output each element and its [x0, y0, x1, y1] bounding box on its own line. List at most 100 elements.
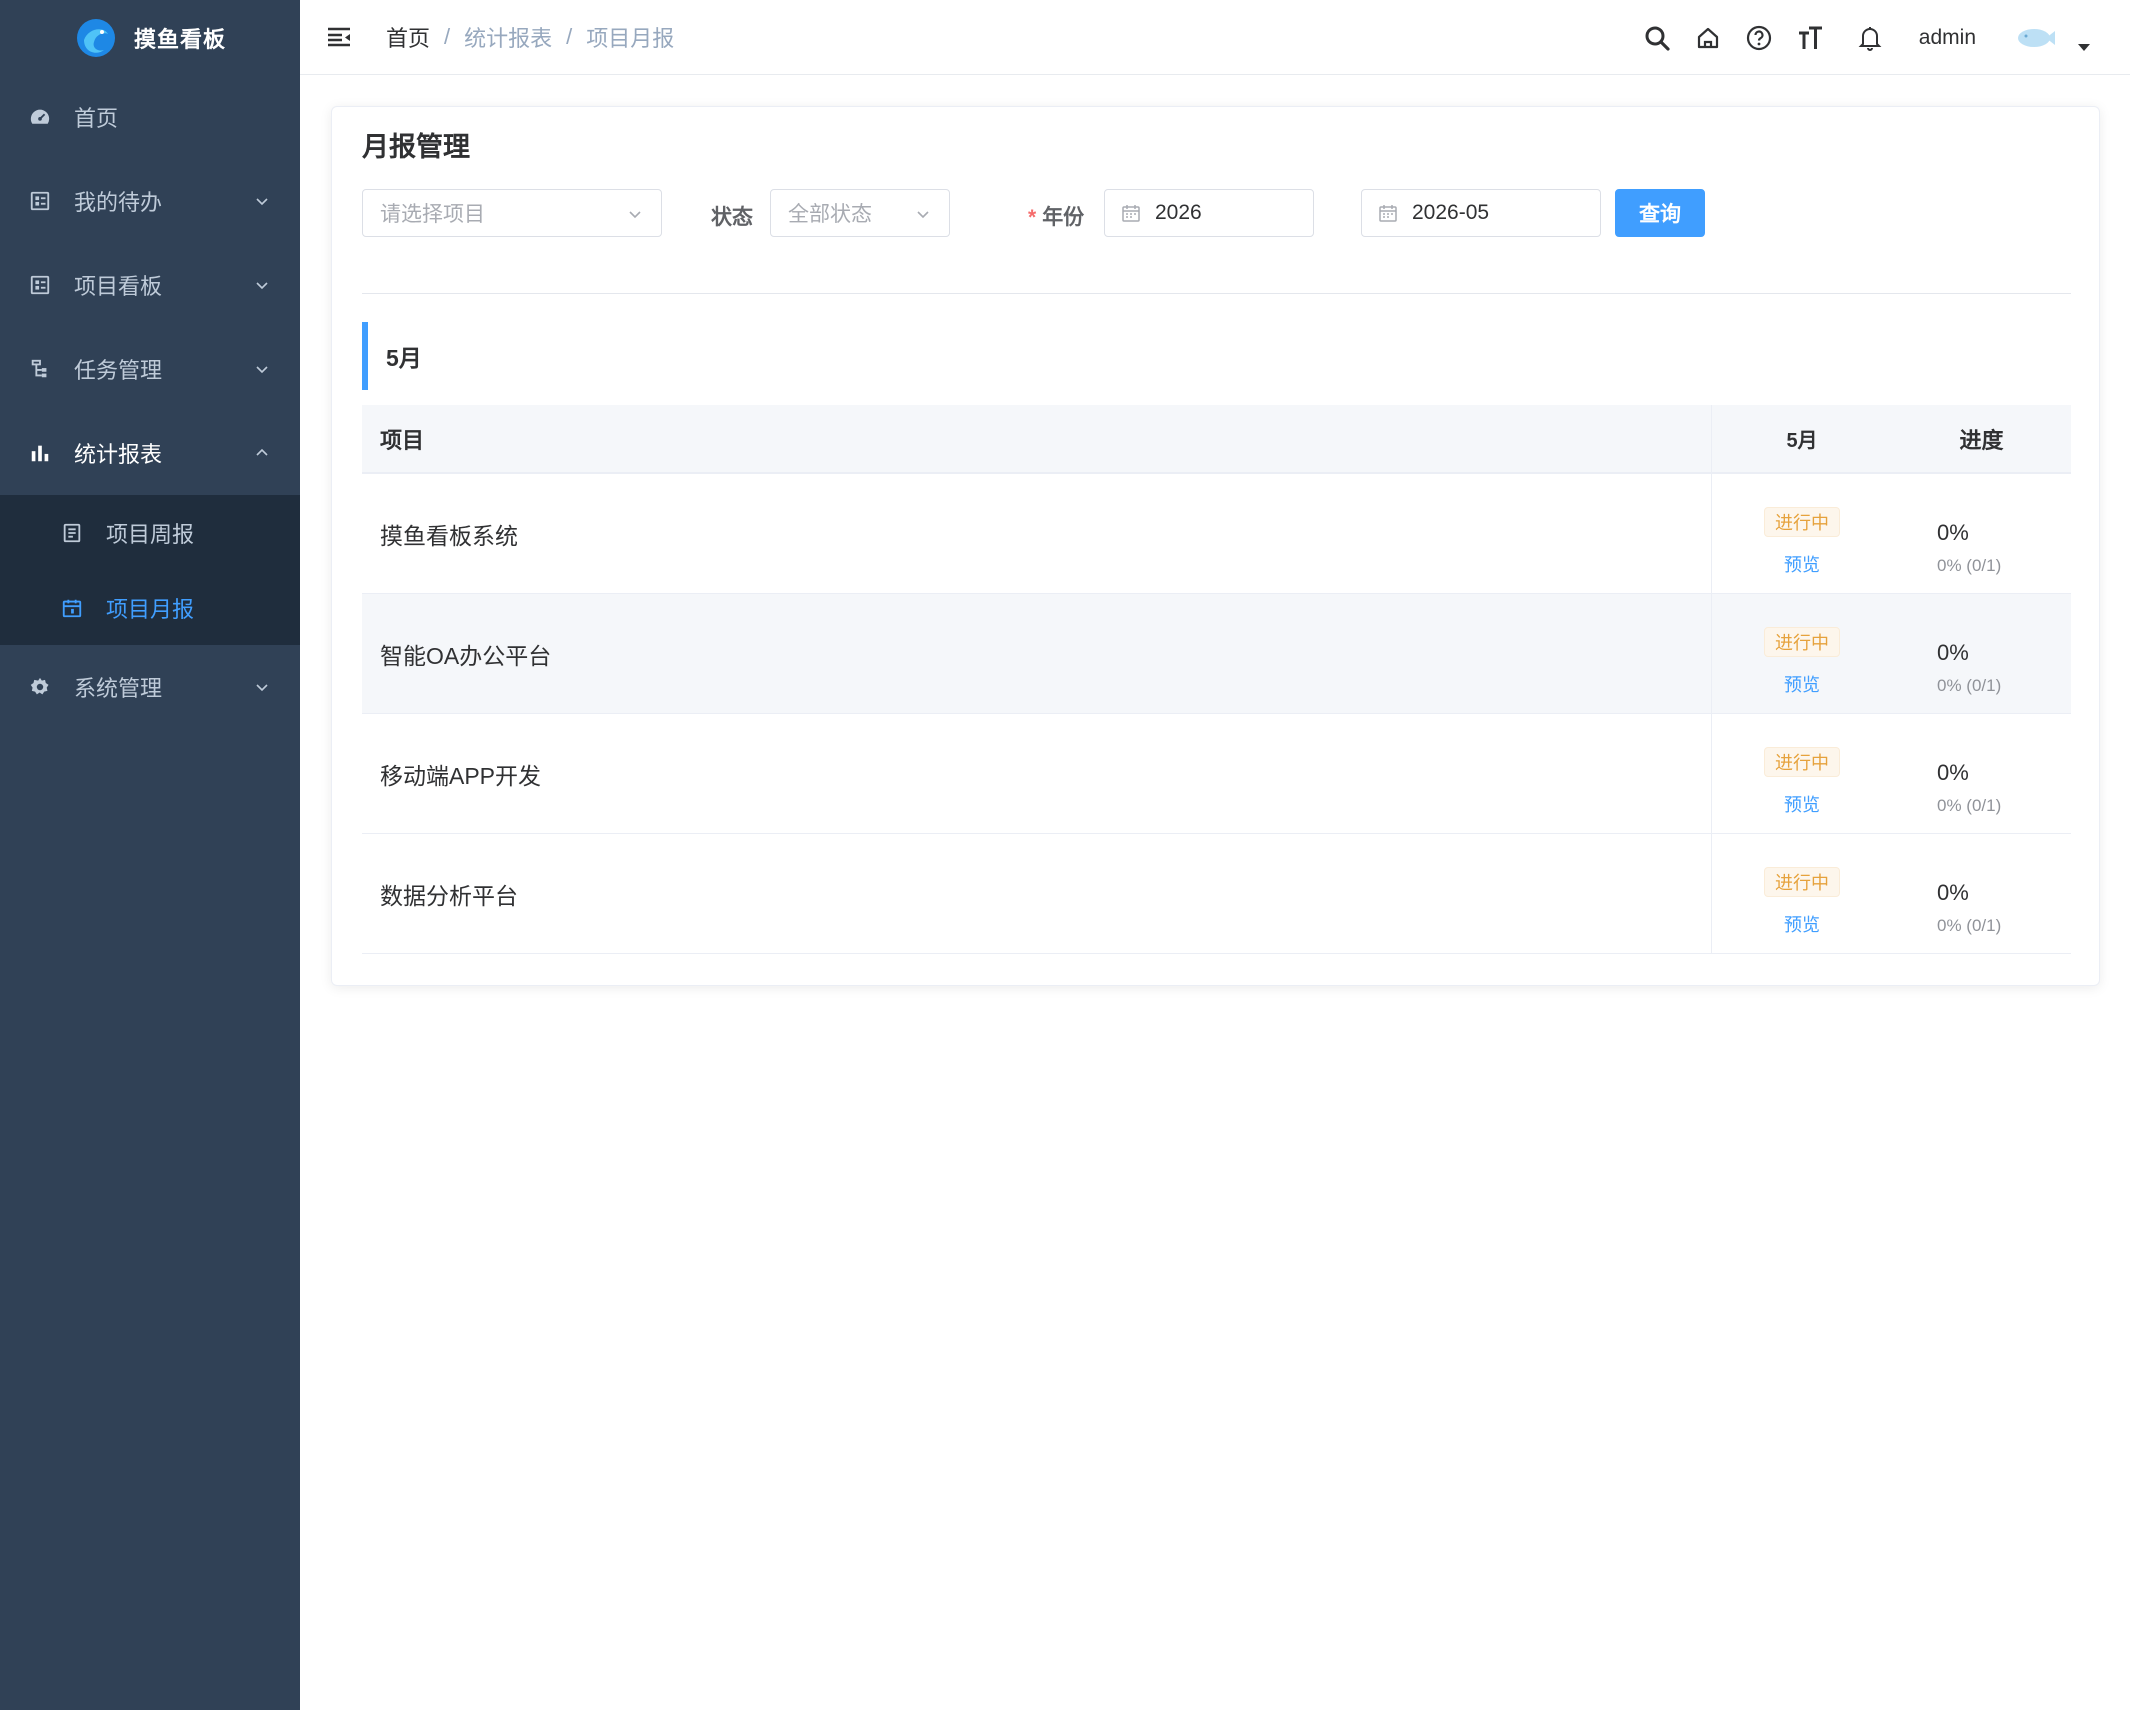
chevron-down-icon [256, 684, 268, 692]
logo[interactable]: 摸鱼看板 [0, 0, 300, 75]
sidebar-item-label: 项目看板 [74, 274, 163, 299]
avatar[interactable] [2016, 25, 2056, 51]
breadcrumb-current: 项目月报 [586, 26, 675, 51]
chevron-down-icon [629, 211, 641, 219]
chevron-down-icon [256, 282, 268, 290]
sidebar-item-weekly-report[interactable]: 项目周报 [0, 495, 300, 570]
year-picker[interactable]: 2026 [1104, 189, 1314, 237]
year-value: 2026 [1155, 201, 1202, 224]
status-select-placeholder: 全部状态 [788, 203, 872, 226]
preview-link[interactable]: 预览 [1784, 671, 1820, 697]
chevron-down-icon [917, 211, 929, 219]
breadcrumb-home[interactable]: 首页 [386, 21, 430, 53]
sidebar-item-tasks[interactable]: 任务管理 [0, 327, 300, 411]
project-name: 数据分析平台 [362, 834, 1712, 953]
status-label: 状态 [711, 206, 753, 229]
required-mark: * [1028, 206, 1037, 229]
breadcrumb-reports: 统计报表 [464, 26, 553, 51]
column-header-project: 项目 [362, 405, 1712, 472]
project-select-placeholder: 请选择项目 [380, 203, 485, 226]
bell-icon[interactable] [1855, 23, 1885, 53]
status-select[interactable]: 全部状态 [770, 189, 950, 237]
status-badge: 进行中 [1764, 507, 1840, 537]
bar-chart-icon [28, 441, 52, 465]
month-value: 2026-05 [1412, 201, 1490, 224]
menu-fold-icon[interactable] [326, 24, 352, 50]
progress-detail: 0% (0/1) [1937, 556, 2002, 575]
monthly-report-card: 月报管理 请选择项目 状态 全部状态 *年份 2026 2026-05 查询 [331, 106, 2100, 986]
progress-cell: 0% 0% (0/1) [1892, 834, 2071, 953]
document-icon [60, 521, 84, 545]
sidebar-item-label: 任务管理 [74, 358, 163, 383]
progress-cell: 0% 0% (0/1) [1892, 594, 2071, 713]
calendar-icon [1379, 205, 1397, 222]
home-icon[interactable] [1693, 23, 1723, 53]
header-tools: admin [1621, 0, 2090, 75]
fish-logo-icon [76, 18, 115, 57]
project-name: 智能OA办公平台 [362, 594, 1712, 713]
help-icon[interactable] [1744, 23, 1774, 53]
progress-percent: 0% [1937, 520, 1969, 545]
dashboard-icon [28, 105, 52, 129]
progress-detail: 0% (0/1) [1937, 676, 2002, 695]
table-row: 智能OA办公平台 进行中 预览 0% 0% (0/1) [362, 594, 2071, 714]
month-picker[interactable]: 2026-05 [1361, 189, 1601, 237]
sidebar-item-label: 首页 [74, 106, 119, 131]
sidebar-item-monthly-report[interactable]: 项目月报 [0, 570, 300, 645]
month-cell: 进行中 预览 [1712, 714, 1892, 833]
sidebar-item-label: 项目周报 [106, 521, 195, 547]
month-cell: 进行中 预览 [1712, 474, 1892, 593]
sidebar-item-kanban[interactable]: 项目看板 [0, 243, 300, 327]
table-header: 项目 5月 进度 [362, 405, 2071, 474]
filter-form: 请选择项目 状态 全部状态 * 年份 2026 2026-05 查询 [362, 189, 2062, 237]
chevron-down-icon [256, 366, 268, 374]
column-header-month: 5月 [1786, 430, 1818, 452]
month-cell: 进行中 预览 [1712, 834, 1892, 953]
monthly-report-table: 项目 5月 进度 摸鱼看板系统 进行中 预览 0% 0% (0/1) 智能OA办… [362, 405, 2071, 954]
year-label-text: 年份 [1042, 206, 1085, 229]
main-content: 月报管理 请选择项目 状态 全部状态 *年份 2026 2026-05 查询 [300, 76, 2130, 1710]
preview-link[interactable]: 预览 [1784, 551, 1820, 577]
caret-down-icon[interactable] [2078, 44, 2090, 51]
preview-link[interactable]: 预览 [1784, 791, 1820, 817]
kanban-icon [28, 273, 52, 297]
table-row: 摸鱼看板系统 进行中 预览 0% 0% (0/1) [362, 474, 2071, 594]
username[interactable]: admin [1919, 26, 1976, 50]
progress-percent: 0% [1937, 880, 1969, 905]
progress-detail: 0% (0/1) [1937, 916, 2002, 935]
page-title: 月报管理 [362, 132, 470, 162]
sidebar-item-reports[interactable]: 统计报表 [0, 411, 300, 495]
breadcrumb-separator: / [566, 24, 573, 49]
column-header-progress: 进度 [1959, 427, 2004, 453]
query-button[interactable]: 查询 [1615, 189, 1705, 237]
gear-icon [28, 675, 52, 699]
progress-cell: 0% 0% (0/1) [1892, 714, 2071, 833]
progress-cell: 0% 0% (0/1) [1892, 474, 2071, 593]
progress-percent: 0% [1937, 760, 1969, 785]
sidebar-item-label: 项目月报 [106, 596, 195, 622]
search-icon[interactable] [1642, 23, 1672, 53]
month-cell: 进行中 预览 [1712, 594, 1892, 713]
sidebar: 摸鱼看板 首页 我的待办 项目看板 任务管理 统计报表 项目周报 项目月报 系统… [0, 0, 300, 1710]
calendar-icon [60, 596, 84, 620]
preview-link[interactable]: 预览 [1784, 911, 1820, 937]
project-select[interactable]: 请选择项目 [362, 189, 662, 237]
sidebar-item-system[interactable]: 系统管理 [0, 645, 300, 729]
font-size-icon[interactable] [1795, 23, 1825, 53]
tree-icon [28, 357, 52, 381]
table-row: 移动端APP开发 进行中 预览 0% 0% (0/1) [362, 714, 2071, 834]
status-badge: 进行中 [1764, 867, 1840, 897]
year-label: * 年份 [1028, 201, 1084, 231]
project-name: 移动端APP开发 [362, 714, 1712, 833]
status-badge: 进行中 [1764, 747, 1840, 777]
todo-list-icon [28, 189, 52, 213]
sidebar-item-label: 系统管理 [74, 676, 163, 701]
app-name: 摸鱼看板 [133, 26, 226, 52]
top-navbar: 首页 / 统计报表 / 项目月报 admin [300, 0, 2130, 75]
divider [362, 293, 2071, 294]
sidebar-item-home[interactable]: 首页 [0, 75, 300, 159]
sidebar-item-label: 我的待办 [74, 190, 163, 215]
sidebar-item-todo[interactable]: 我的待办 [0, 159, 300, 243]
sidebar-item-label: 统计报表 [74, 442, 163, 467]
breadcrumb: 首页 / 统计报表 / 项目月报 [386, 21, 674, 53]
